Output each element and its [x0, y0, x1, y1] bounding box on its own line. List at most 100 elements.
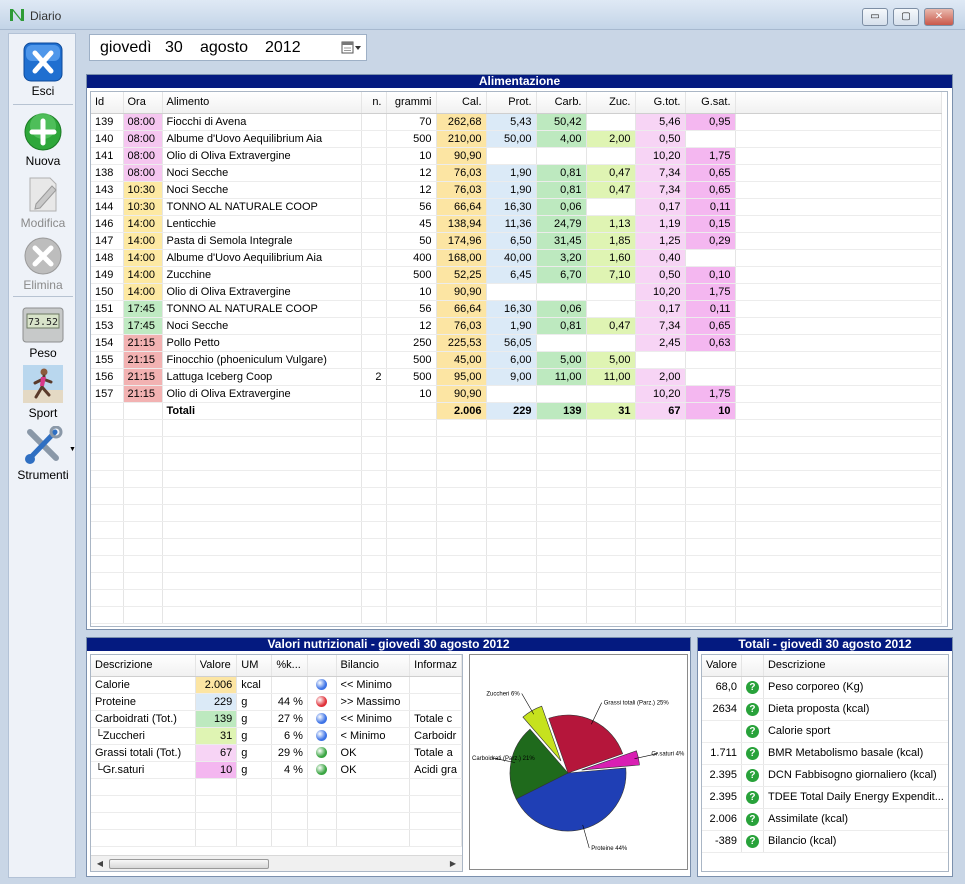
cell-cal: 76,03: [436, 164, 487, 182]
help-icon[interactable]: ?: [745, 790, 759, 804]
table-row[interactable]: 151 17:45 TONNO AL NATURALE COOP 56 66,64 16,…: [91, 300, 942, 318]
table-row[interactable]: 138 08:00 Noci Secche 12 76,03 1,90 0,81 0,47 7,…: [91, 164, 942, 182]
col-header-cal[interactable]: Cal.: [436, 92, 487, 114]
cell-prot: 50,00: [486, 130, 537, 148]
table-row[interactable]: 149 14:00 Zucchine 500 52,25 6,45 6,70 7,10 0,50…: [91, 266, 942, 284]
minimize-button[interactable]: ▭: [862, 8, 888, 26]
help-icon[interactable]: ?: [745, 724, 759, 738]
col-header-ora[interactable]: Ora: [123, 92, 163, 114]
help-icon[interactable]: ?: [745, 834, 759, 848]
table-row[interactable]: └Gr.saturi 10 g 4 % OK Acidi gra: [91, 761, 462, 779]
scroll-right-icon[interactable]: ▶: [446, 858, 460, 870]
scroll-thumb[interactable]: [109, 859, 269, 869]
window-title: Diario: [30, 9, 62, 23]
cell-zuc: 0,47: [586, 181, 636, 199]
col-header-zuc[interactable]: Zuc.: [586, 92, 636, 114]
date-day[interactable]: 30: [165, 39, 183, 57]
calendar-dropdown-icon[interactable]: [340, 40, 364, 56]
date-month[interactable]: agosto: [200, 39, 248, 57]
col-header-prot[interactable]: Prot.: [486, 92, 537, 114]
help-icon[interactable]: ?: [745, 680, 759, 694]
maximize-button[interactable]: ▢: [893, 8, 919, 26]
cell-pk: 4 %: [271, 761, 308, 779]
date-weekday[interactable]: giovedì: [100, 39, 152, 57]
cell-alimento: Fiocchi di Avena: [162, 113, 362, 131]
col-header-id[interactable]: Id: [91, 92, 124, 114]
sidebar-item-nuova[interactable]: Nuova: [9, 112, 77, 168]
cell-grammi: 70: [386, 113, 437, 131]
cell-empty: [635, 538, 686, 556]
cell-valore: 229: [195, 693, 238, 711]
table-row[interactable]: 2.395? TDEE Total Daily Energy Expendit..…: [702, 786, 948, 809]
sidebar-item-sport[interactable]: Sport: [9, 364, 77, 420]
table-row[interactable]: Proteine 229 g 44 % >> Massimo: [91, 693, 462, 711]
help-icon[interactable]: ?: [745, 746, 759, 760]
help-icon[interactable]: ?: [745, 702, 759, 716]
col-header-gsat[interactable]: G.sat.: [685, 92, 736, 114]
table-row[interactable]: 144 10:30 TONNO AL NATURALE COOP 56 66,64 16,…: [91, 198, 942, 216]
col-header-bilancio[interactable]: Bilancio: [336, 655, 411, 677]
table-row[interactable]: 2.006? Assimilate (kcal): [702, 808, 948, 831]
col-header-gtot[interactable]: G.tot.: [635, 92, 686, 114]
table-row[interactable]: Calorie 2.006 kcal << Minimo: [91, 676, 462, 694]
cell-tot-icon: ?: [741, 676, 764, 699]
col-header-um[interactable]: UM: [236, 655, 273, 677]
col-header-carb[interactable]: Carb.: [536, 92, 587, 114]
cell-valore: 2.006: [195, 676, 238, 694]
horizontal-scrollbar[interactable]: ◀ ▶: [91, 855, 462, 871]
table-row[interactable]: 155 21:15 Finocchio (phoeniculum Vulgare) 5…: [91, 351, 942, 369]
cell-empty: [336, 778, 411, 796]
col-header-n[interactable]: n.: [361, 92, 387, 114]
col-header-alimento[interactable]: Alimento: [162, 92, 362, 114]
cell-id: 149: [91, 266, 124, 284]
close-button[interactable]: ✕: [924, 8, 954, 26]
col-header-tot-icon[interactable]: [741, 655, 764, 677]
table-row[interactable]: 2634? Dieta proposta (kcal): [702, 698, 948, 721]
cell-empty: [361, 436, 387, 454]
table-row[interactable]: 2.395? DCN Fabbisogno giornaliero (kcal): [702, 764, 948, 787]
col-header-tot-valore[interactable]: Valore: [702, 655, 742, 677]
sidebar-item-strumenti[interactable]: Strumenti ▼: [9, 426, 77, 482]
table-row[interactable]: 139 08:00 Fiocchi di Avena 70 262,68 5,43 50,4…: [91, 113, 942, 131]
table-row[interactable]: 148 14:00 Albume d'Uovo Aequilibrium Aia 40…: [91, 249, 942, 267]
nutrition-grid[interactable]: Descrizione Valore UM %k... Bilancio Inf…: [90, 654, 463, 872]
help-icon[interactable]: ?: [745, 812, 759, 826]
table-row[interactable]: 146 14:00 Lenticchie 45 138,94 11,36 24,79 1,13…: [91, 215, 942, 233]
cell-carb: 5,00: [536, 351, 587, 369]
table-row[interactable]: 154 21:15 Pollo Petto 250 225,53 56,05 2,45 0,6…: [91, 334, 942, 352]
table-row[interactable]: 1.711? BMR Metabolismo basale (kcal): [702, 742, 948, 765]
table-row[interactable]: 68,0? Peso corporeo (Kg): [702, 676, 948, 699]
help-icon[interactable]: ?: [745, 768, 759, 782]
table-row[interactable]: Carboidrati (Tot.) 139 g 27 % << Minimo Total…: [91, 710, 462, 728]
table-row[interactable]: 143 10:30 Noci Secche 12 76,03 1,90 0,81 0,47 7,…: [91, 181, 942, 199]
col-header-tot-descrizione[interactable]: Descrizione: [763, 655, 948, 677]
cell-empty: [162, 470, 362, 488]
col-header-pk[interactable]: %k...: [271, 655, 308, 677]
date-year[interactable]: 2012: [265, 39, 301, 57]
table-row[interactable]: ? Calorie sport: [702, 720, 948, 743]
date-picker[interactable]: giovedì 30 agosto 2012: [89, 34, 367, 61]
table-row[interactable]: 141 08:00 Olio di Oliva Extravergine 10 90,9…: [91, 147, 942, 165]
table-row[interactable]: 147 14:00 Pasta di Semola Integrale 50 174,9…: [91, 232, 942, 250]
scroll-left-icon[interactable]: ◀: [93, 858, 107, 870]
col-header-descrizione[interactable]: Descrizione: [91, 655, 196, 677]
table-row[interactable]: 150 14:00 Olio di Oliva Extravergine 10 90,9…: [91, 283, 942, 301]
table-row[interactable]: 156 21:15 Lattuga Iceberg Coop 2 500 95,00 9,0…: [91, 368, 942, 386]
table-row[interactable]: -389? Bilancio (kcal): [702, 830, 948, 853]
totals-grid[interactable]: Valore Descrizione 68,0? Peso corporeo (K…: [701, 654, 949, 872]
cell-empty: [409, 829, 462, 847]
food-grid[interactable]: Id Ora Alimento n. grammi Cal. Prot. Car…: [90, 91, 948, 627]
cell-zuc: 1,13: [586, 215, 636, 233]
cell-tot-descrizione: TDEE Total Daily Energy Expendit...: [763, 786, 948, 809]
table-row[interactable]: 157 21:15 Olio di Oliva Extravergine 10 90,9…: [91, 385, 942, 403]
col-header-info[interactable]: Informaz: [409, 655, 462, 677]
sidebar-item-esci[interactable]: Esci: [9, 42, 77, 98]
table-row[interactable]: Grassi totali (Tot.) 67 g 29 % OK Totale a: [91, 744, 462, 762]
sidebar-item-peso[interactable]: 73.52 Peso: [9, 304, 77, 360]
col-header-grammi[interactable]: grammi: [386, 92, 437, 114]
col-header-valore[interactable]: Valore: [195, 655, 238, 677]
table-row[interactable]: └Zuccheri 31 g 6 % < Minimo Carboidr: [91, 727, 462, 745]
col-header-status[interactable]: [307, 655, 337, 677]
table-row[interactable]: 153 17:45 Noci Secche 12 76,03 1,90 0,81 0,47 7,…: [91, 317, 942, 335]
table-row[interactable]: 140 08:00 Albume d'Uovo Aequilibrium Aia 50…: [91, 130, 942, 148]
